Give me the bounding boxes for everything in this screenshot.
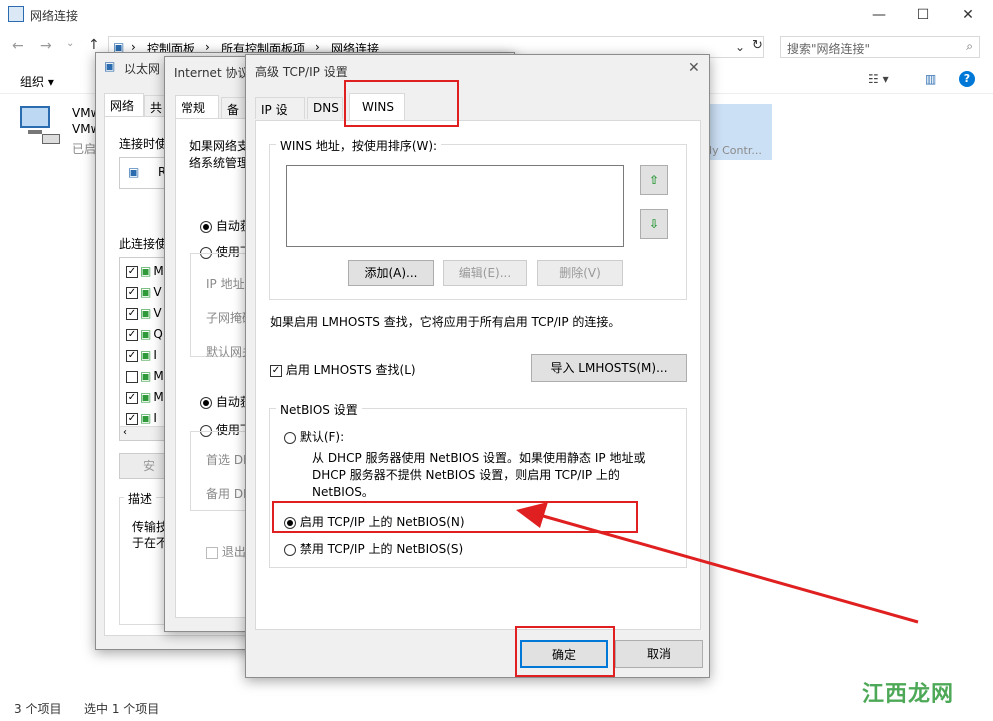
annotation-arrow [516, 502, 919, 624]
watermark-logo: 江西龙网 [862, 682, 955, 707]
